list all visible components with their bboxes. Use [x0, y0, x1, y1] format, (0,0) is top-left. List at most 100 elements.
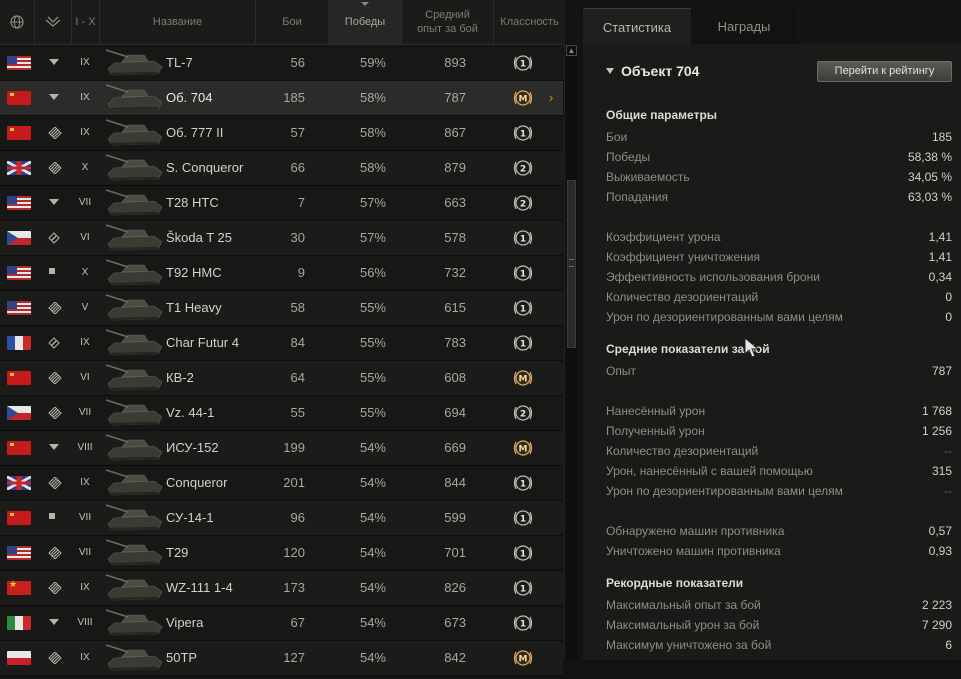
stat-value: 2 223: [921, 598, 952, 612]
table-row[interactable]: VI КВ-2 64 55% 608 M: [0, 361, 563, 396]
table-row[interactable]: IX 50TP 127 54% 842 M: [0, 641, 563, 676]
avg-exp-header[interactable]: Средний опыт за бой: [402, 0, 494, 44]
usa-flag-icon: [7, 266, 31, 280]
svg-text:1: 1: [520, 60, 526, 70]
go-to-rating-button[interactable]: Перейти к рейтингу: [817, 61, 952, 82]
table-row[interactable]: X S. Conqueror 66 58% 879 2: [0, 151, 563, 186]
mastery-header[interactable]: Классность: [494, 0, 565, 44]
table-row[interactable]: VII T29 120 54% 701 1: [0, 536, 563, 571]
table-row[interactable]: VII T28 HTC 7 57% 663 2: [0, 186, 563, 221]
mastery-badge-icon: 1: [512, 507, 534, 529]
pl-flag-icon: [7, 651, 31, 665]
wins-value: 54%: [359, 475, 386, 490]
tab-statistics[interactable]: Статистика: [583, 8, 691, 45]
mastery-badge-icon: 1: [512, 472, 534, 494]
table-row[interactable]: IX Об. 704 185 58% 787 M ›: [0, 81, 563, 116]
avg-exp-value: 669: [444, 440, 466, 455]
scrollbar[interactable]: ▲: [564, 44, 578, 660]
mastery-badge-icon: 1: [512, 262, 534, 284]
stat-label: Коэффициент уничтожения: [606, 250, 760, 264]
mastery-badge-icon: M: [512, 437, 534, 459]
nation-filter-header[interactable]: [0, 0, 35, 44]
avg-exp-value: 599: [444, 510, 466, 525]
name-header[interactable]: Название: [100, 0, 256, 44]
battles-value: 84: [290, 335, 305, 350]
mouse-cursor-icon: [744, 337, 760, 358]
battles-value: 199: [283, 440, 305, 455]
section-title-records: Рекордные показатели: [606, 576, 744, 590]
td-type-icon: [48, 57, 62, 69]
type-filter-header[interactable]: [35, 0, 72, 44]
avg-exp-value: 783: [444, 335, 466, 350]
mastery-badge-icon: 2: [512, 402, 534, 424]
scroll-up-arrow-icon[interactable]: ▲: [566, 45, 577, 56]
svg-text:1: 1: [520, 550, 526, 560]
mastery-badge-icon: 1: [512, 297, 534, 319]
heavy-type-icon: [48, 162, 62, 174]
stat-label: Попадания: [606, 190, 668, 204]
avg-exp-value: 578: [444, 230, 466, 245]
table-row[interactable]: IX Conqueror 201 54% 844 1: [0, 466, 563, 501]
stats-panel: Статистика Награды Объект 704 Перейти к …: [583, 0, 961, 660]
table-row[interactable]: X T92 HMC 9 56% 732 1: [0, 256, 563, 291]
table-row[interactable]: VII Vz. 44-1 55 55% 694 2: [0, 396, 563, 431]
ussr-flag-icon: [7, 441, 31, 455]
stat-value: 1,41: [928, 250, 952, 264]
battles-value: 185: [283, 90, 305, 105]
tank-image: [102, 642, 170, 674]
mastery-badge-icon: 2: [512, 157, 534, 179]
mastery-badge-icon: 2: [512, 192, 534, 214]
stat-value: 63,03 %: [907, 190, 952, 204]
wins-value: 57%: [359, 195, 386, 210]
medium-type-icon: [48, 337, 62, 349]
battles-value: 55: [290, 405, 305, 420]
battles-value: 66: [290, 160, 305, 175]
stat-label: Максимальный урон за бой: [606, 618, 760, 632]
battles-value: 127: [283, 650, 305, 665]
avg-exp-value: 663: [444, 195, 466, 210]
mastery-badge-icon: 1: [512, 577, 534, 599]
battles-value: 96: [290, 510, 305, 525]
wins-value: 54%: [359, 615, 386, 630]
table-row[interactable]: IX WZ-111 1-4 173 54% 826 1: [0, 571, 563, 606]
table-row[interactable]: IX TL-7 56 59% 893 1: [0, 46, 563, 81]
table-row[interactable]: VIII Vipera 67 54% 673 1: [0, 606, 563, 641]
stat-label: Эффективность использования брони: [606, 270, 820, 284]
table-row[interactable]: IX Char Futur 4 84 55% 783 1: [0, 326, 563, 361]
tier-header[interactable]: I - X: [72, 0, 100, 44]
spg-type-icon: [48, 512, 62, 524]
stat-label: Обнаружено машин противника: [606, 524, 785, 538]
cz-flag-icon: [7, 406, 31, 420]
table-row[interactable]: V T1 Heavy 58 55% 615 1: [0, 291, 563, 326]
table-row[interactable]: VIII ИСУ-152 199 54% 669 M: [0, 431, 563, 466]
svg-text:1: 1: [520, 130, 526, 140]
tab-awards[interactable]: Награды: [691, 8, 797, 44]
table-row[interactable]: VII СУ-14-1 96 54% 599 1: [0, 501, 563, 536]
table-row[interactable]: IX Об. 777 II 57 58% 867 1: [0, 116, 563, 151]
svg-text:1: 1: [520, 340, 526, 350]
stat-value: 34,05 %: [907, 170, 952, 184]
battles-header[interactable]: Бои: [256, 0, 329, 44]
sort-arrow-icon: [361, 2, 369, 6]
vehicle-name: Škoda T 25: [166, 230, 233, 245]
td-type-icon: [48, 442, 62, 454]
mastery-badge-icon: M: [512, 367, 534, 389]
vehicle-name: 50TP: [166, 650, 198, 665]
battles-value: 173: [283, 580, 305, 595]
collapse-arrow-icon[interactable]: [606, 68, 614, 74]
tier-label: IX: [80, 582, 90, 593]
scroll-thumb[interactable]: [567, 180, 576, 348]
wins-value: 54%: [359, 545, 386, 560]
table-row[interactable]: VI Škoda T 25 30 57% 578 1: [0, 221, 563, 256]
td-type-icon: [48, 92, 62, 104]
avg-exp-value: 673: [444, 615, 466, 630]
stat-value: 185: [931, 130, 952, 144]
tank-image: [102, 187, 170, 219]
battles-value: 7: [297, 195, 305, 210]
stat-value: 7 290: [921, 618, 952, 632]
heavy-type-icon: [48, 477, 62, 489]
battles-value: 57: [290, 125, 305, 140]
globe-icon: [10, 15, 24, 29]
wins-header[interactable]: Победы: [329, 0, 402, 44]
vehicle-name: TL-7: [166, 55, 193, 70]
